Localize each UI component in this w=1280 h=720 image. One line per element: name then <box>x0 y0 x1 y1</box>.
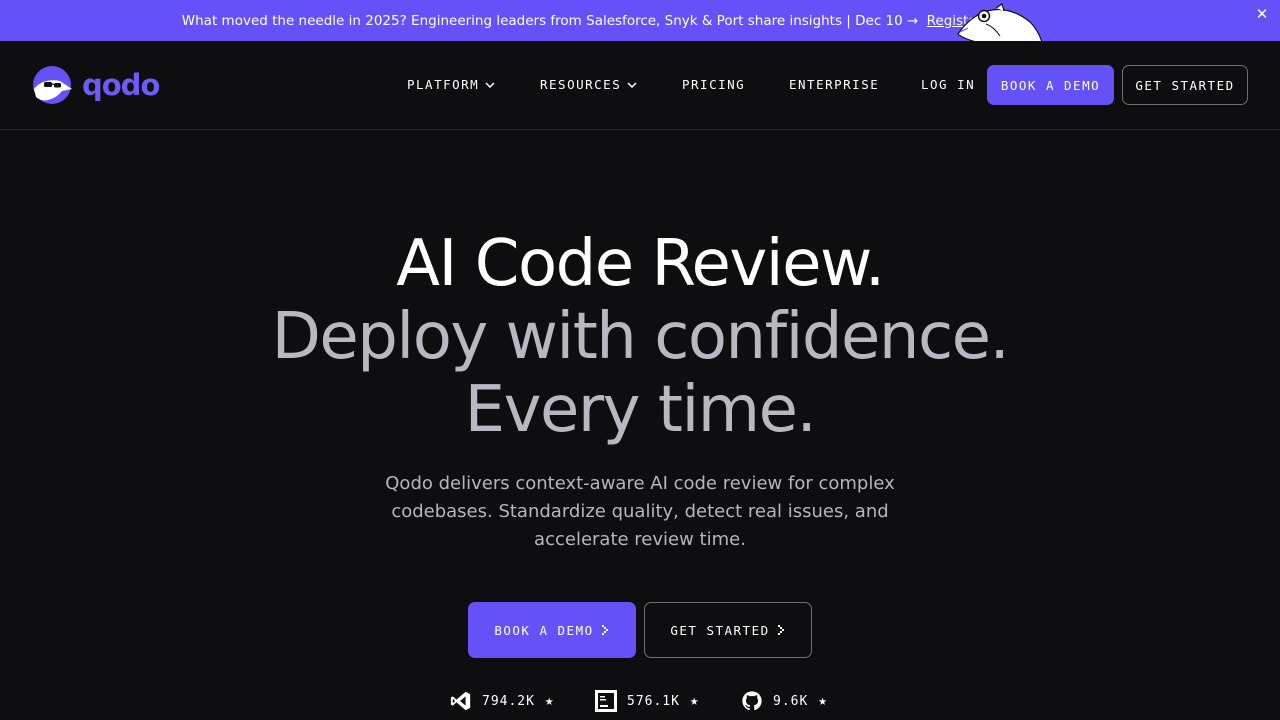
nav-platform[interactable]: PLATFORM <box>407 77 495 92</box>
announcement-message: What moved the needle in 2025? Engineeri… <box>182 13 982 29</box>
nav-enterprise-label: ENTERPRISE <box>789 77 880 92</box>
nav-pricing-label: PRICING <box>682 77 746 92</box>
announcement-bar: What moved the needle in 2025? Engineeri… <box>0 0 1280 41</box>
main-nav: qodo PLATFORM RESOURCES PRICING ENTERPRI… <box>0 41 1280 130</box>
nav-get-started-button[interactable]: GET STARTED <box>1122 65 1248 105</box>
brand-logo[interactable]: qodo <box>32 65 160 105</box>
stat-vscode-value: 794.2K <box>482 693 535 709</box>
hero-book-demo-label: BOOK A DEMO <box>494 622 594 638</box>
chevron-down-icon <box>485 81 495 88</box>
nav-resources-label: RESOURCES <box>540 77 622 92</box>
nav-login[interactable]: LOG IN <box>921 77 975 92</box>
nav-resources[interactable]: RESOURCES <box>540 77 637 92</box>
hero-subtitle: Qodo delivers context-aware AI code revi… <box>385 473 895 550</box>
hero-title-line-2: Deploy with confidence. <box>271 300 1010 374</box>
stat-jetbrains[interactable]: 576.1K ★ <box>595 690 699 712</box>
qodo-mascot-icon <box>33 66 72 104</box>
arrow-right-icon <box>601 625 608 635</box>
nav-get-started-label: GET STARTED <box>1135 77 1235 93</box>
hero-get-started-label: GET STARTED <box>670 622 770 638</box>
anteater-mascot-icon <box>957 3 1043 41</box>
chevron-down-icon <box>627 81 637 88</box>
hero-book-demo-button[interactable]: BOOK A DEMO <box>468 602 636 658</box>
hero-title-line-3: Every time. <box>464 373 817 447</box>
stat-github[interactable]: 9.6K ★ <box>741 690 828 712</box>
nav-platform-label: PLATFORM <box>407 77 480 92</box>
stat-vscode[interactable]: 794.2K ★ <box>450 690 554 712</box>
vscode-icon <box>450 691 471 711</box>
announcement-text: What moved the needle in 2025? Engineeri… <box>181 12 919 29</box>
github-icon <box>742 691 762 711</box>
hero-get-started-button[interactable]: GET STARTED <box>644 602 812 658</box>
brand-name: qodo <box>82 67 160 102</box>
stat-jetbrains-value: 576.1K <box>627 693 680 709</box>
star-icon: ★ <box>544 693 555 709</box>
star-icon: ★ <box>818 693 828 709</box>
arrow-right-icon <box>777 625 784 635</box>
star-icon: ★ <box>689 693 700 709</box>
nav-enterprise[interactable]: ENTERPRISE <box>789 77 879 92</box>
nav-login-label: LOG IN <box>921 77 976 92</box>
nav-book-demo-label: BOOK A DEMO <box>1000 77 1101 93</box>
hero-title-line-1: AI Code Review. <box>396 227 885 301</box>
stat-github-value: 9.6K <box>773 693 809 709</box>
jetbrains-icon <box>595 690 617 712</box>
close-icon[interactable]: ✕ <box>1254 6 1270 22</box>
nav-pricing[interactable]: PRICING <box>682 77 745 92</box>
nav-book-demo-button[interactable]: BOOK A DEMO <box>987 65 1114 105</box>
install-stats: 794.2K ★ 576.1K ★ 9.6K ★ <box>0 690 1280 716</box>
